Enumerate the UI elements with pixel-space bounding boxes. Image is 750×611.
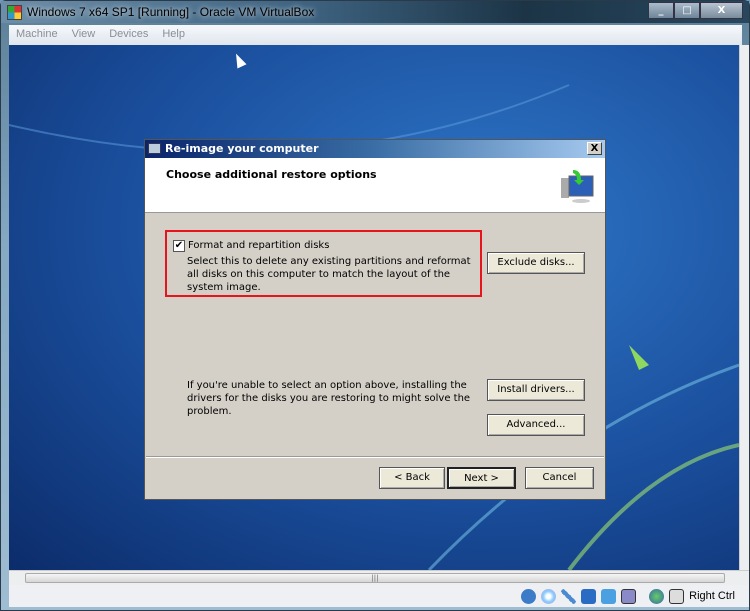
- cd-icon[interactable]: [541, 588, 557, 604]
- dialog-computer-icon: [148, 143, 161, 154]
- menu-bar: Machine View Devices Help: [9, 25, 742, 45]
- restore-computer-icon: [561, 170, 594, 203]
- menu-help[interactable]: Help: [155, 25, 192, 45]
- close-button[interactable]: X: [700, 2, 743, 19]
- advanced-button[interactable]: Advanced...: [487, 414, 585, 436]
- bird-leaf-icon: [629, 345, 649, 370]
- menu-machine[interactable]: Machine: [9, 25, 65, 45]
- usb-icon[interactable]: [561, 588, 577, 604]
- maximize-button[interactable]: □: [674, 2, 700, 19]
- cancel-button[interactable]: Cancel: [525, 467, 594, 489]
- host-key-icon: [669, 588, 685, 604]
- mouse-integration-icon[interactable]: [649, 588, 665, 604]
- menu-devices[interactable]: Devices: [102, 25, 155, 45]
- install-drivers-button[interactable]: Install drivers...: [487, 379, 585, 401]
- dialog-title-bar: Re-image your computer X: [145, 140, 605, 158]
- window-title: Windows 7 x64 SP1 [Running] - Oracle VM …: [27, 5, 315, 19]
- minimize-button[interactable]: _: [648, 2, 674, 19]
- scroll-thumb[interactable]: |||: [25, 573, 725, 583]
- back-button[interactable]: < Back: [379, 467, 445, 489]
- horizontal-scrollbar[interactable]: |||: [9, 570, 749, 585]
- divider: [146, 456, 604, 458]
- hard-disk-icon[interactable]: [521, 588, 537, 604]
- drivers-hint: If you're unable to select an option abo…: [187, 380, 471, 417]
- format-checkbox[interactable]: ✔: [173, 240, 185, 252]
- exclude-disks-button[interactable]: Exclude disks...: [487, 252, 585, 274]
- format-checkbox-label[interactable]: Format and repartition disks: [188, 239, 329, 252]
- menu-view[interactable]: View: [65, 25, 103, 45]
- dialog-heading: Choose additional restore options: [166, 168, 377, 181]
- status-bar: Right Ctrl: [9, 585, 749, 607]
- title-bar: Windows 7 x64 SP1 [Running] - Oracle VM …: [1, 1, 749, 23]
- dialog-close-button[interactable]: X: [587, 142, 602, 155]
- virtualbox-icon: [7, 5, 22, 20]
- host-key-label: Right Ctrl: [689, 590, 735, 602]
- network-icon[interactable]: [581, 588, 597, 604]
- dialog-header: Choose additional restore options: [145, 158, 605, 213]
- virtualization-icon[interactable]: [621, 588, 637, 604]
- shared-folder-icon[interactable]: [601, 588, 617, 604]
- dialog-title: Re-image your computer: [165, 142, 319, 155]
- vertical-scrollbar[interactable]: [739, 45, 749, 570]
- format-description: Select this to delete any existing parti…: [187, 256, 471, 293]
- reimage-dialog: Re-image your computer X Choose addition…: [144, 139, 606, 500]
- next-button[interactable]: Next >: [447, 467, 516, 489]
